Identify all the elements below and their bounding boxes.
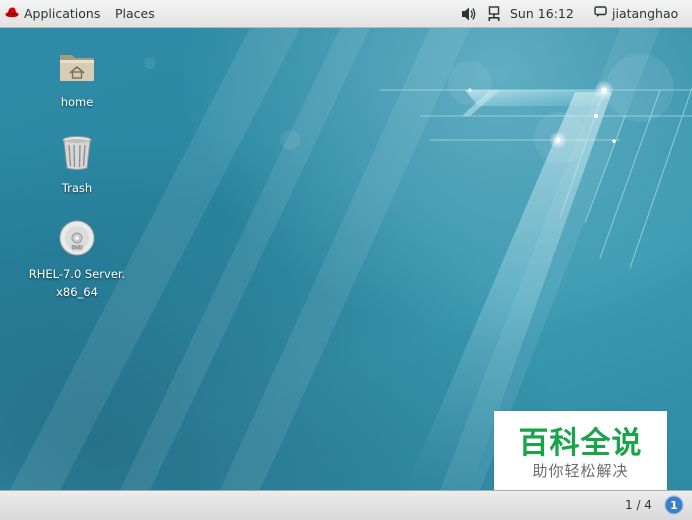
trash-icon-label: Trash xyxy=(61,181,93,195)
desktop-icon-dvd[interactable]: DVD RHEL-7.0 Server. x86_64 xyxy=(22,218,132,301)
clock[interactable]: Sun 16:12 xyxy=(510,0,574,28)
notification-count: 1 xyxy=(670,499,678,512)
screen: Applications Places Sun 16:12 jiatanghao… xyxy=(0,0,692,520)
user-status-icon xyxy=(594,0,607,28)
bottom-panel: 1 / 4 1 xyxy=(0,490,692,520)
username-label: jiatanghao xyxy=(612,6,679,21)
top-panel: Applications Places Sun 16:12 jiatanghao xyxy=(0,0,692,28)
watermark-subtitle: 助你轻松解决 xyxy=(532,462,629,480)
network-wired-icon[interactable] xyxy=(487,0,501,28)
applications-menu-label: Applications xyxy=(24,6,101,21)
user-menu[interactable]: jiatanghao xyxy=(594,0,678,28)
watermark-badge: 百科全说 助你轻松解决 xyxy=(494,411,667,495)
desktop-icon-trash[interactable]: Trash xyxy=(22,132,132,197)
dvd-icon-label-line1: RHEL-7.0 Server. xyxy=(28,267,126,281)
trash-icon xyxy=(22,132,132,177)
home-icon-label: home xyxy=(60,95,94,109)
notification-icon[interactable]: 1 xyxy=(664,495,684,515)
applications-menu[interactable]: Applications xyxy=(5,0,100,28)
desktop-icon-home[interactable]: home xyxy=(22,46,132,111)
dvd-icon-label-line2: x86_64 xyxy=(56,285,98,299)
places-menu[interactable]: Places xyxy=(115,0,155,28)
redhat-logo-icon xyxy=(5,0,19,28)
dvd-icon: DVD xyxy=(22,218,132,263)
svg-text:DVD: DVD xyxy=(71,245,82,251)
watermark-title: 百科全说 xyxy=(518,426,643,461)
home-folder-icon xyxy=(22,46,132,91)
places-menu-label: Places xyxy=(115,6,155,21)
volume-icon[interactable] xyxy=(460,0,476,28)
workspace-indicator[interactable]: 1 / 4 xyxy=(625,491,652,519)
